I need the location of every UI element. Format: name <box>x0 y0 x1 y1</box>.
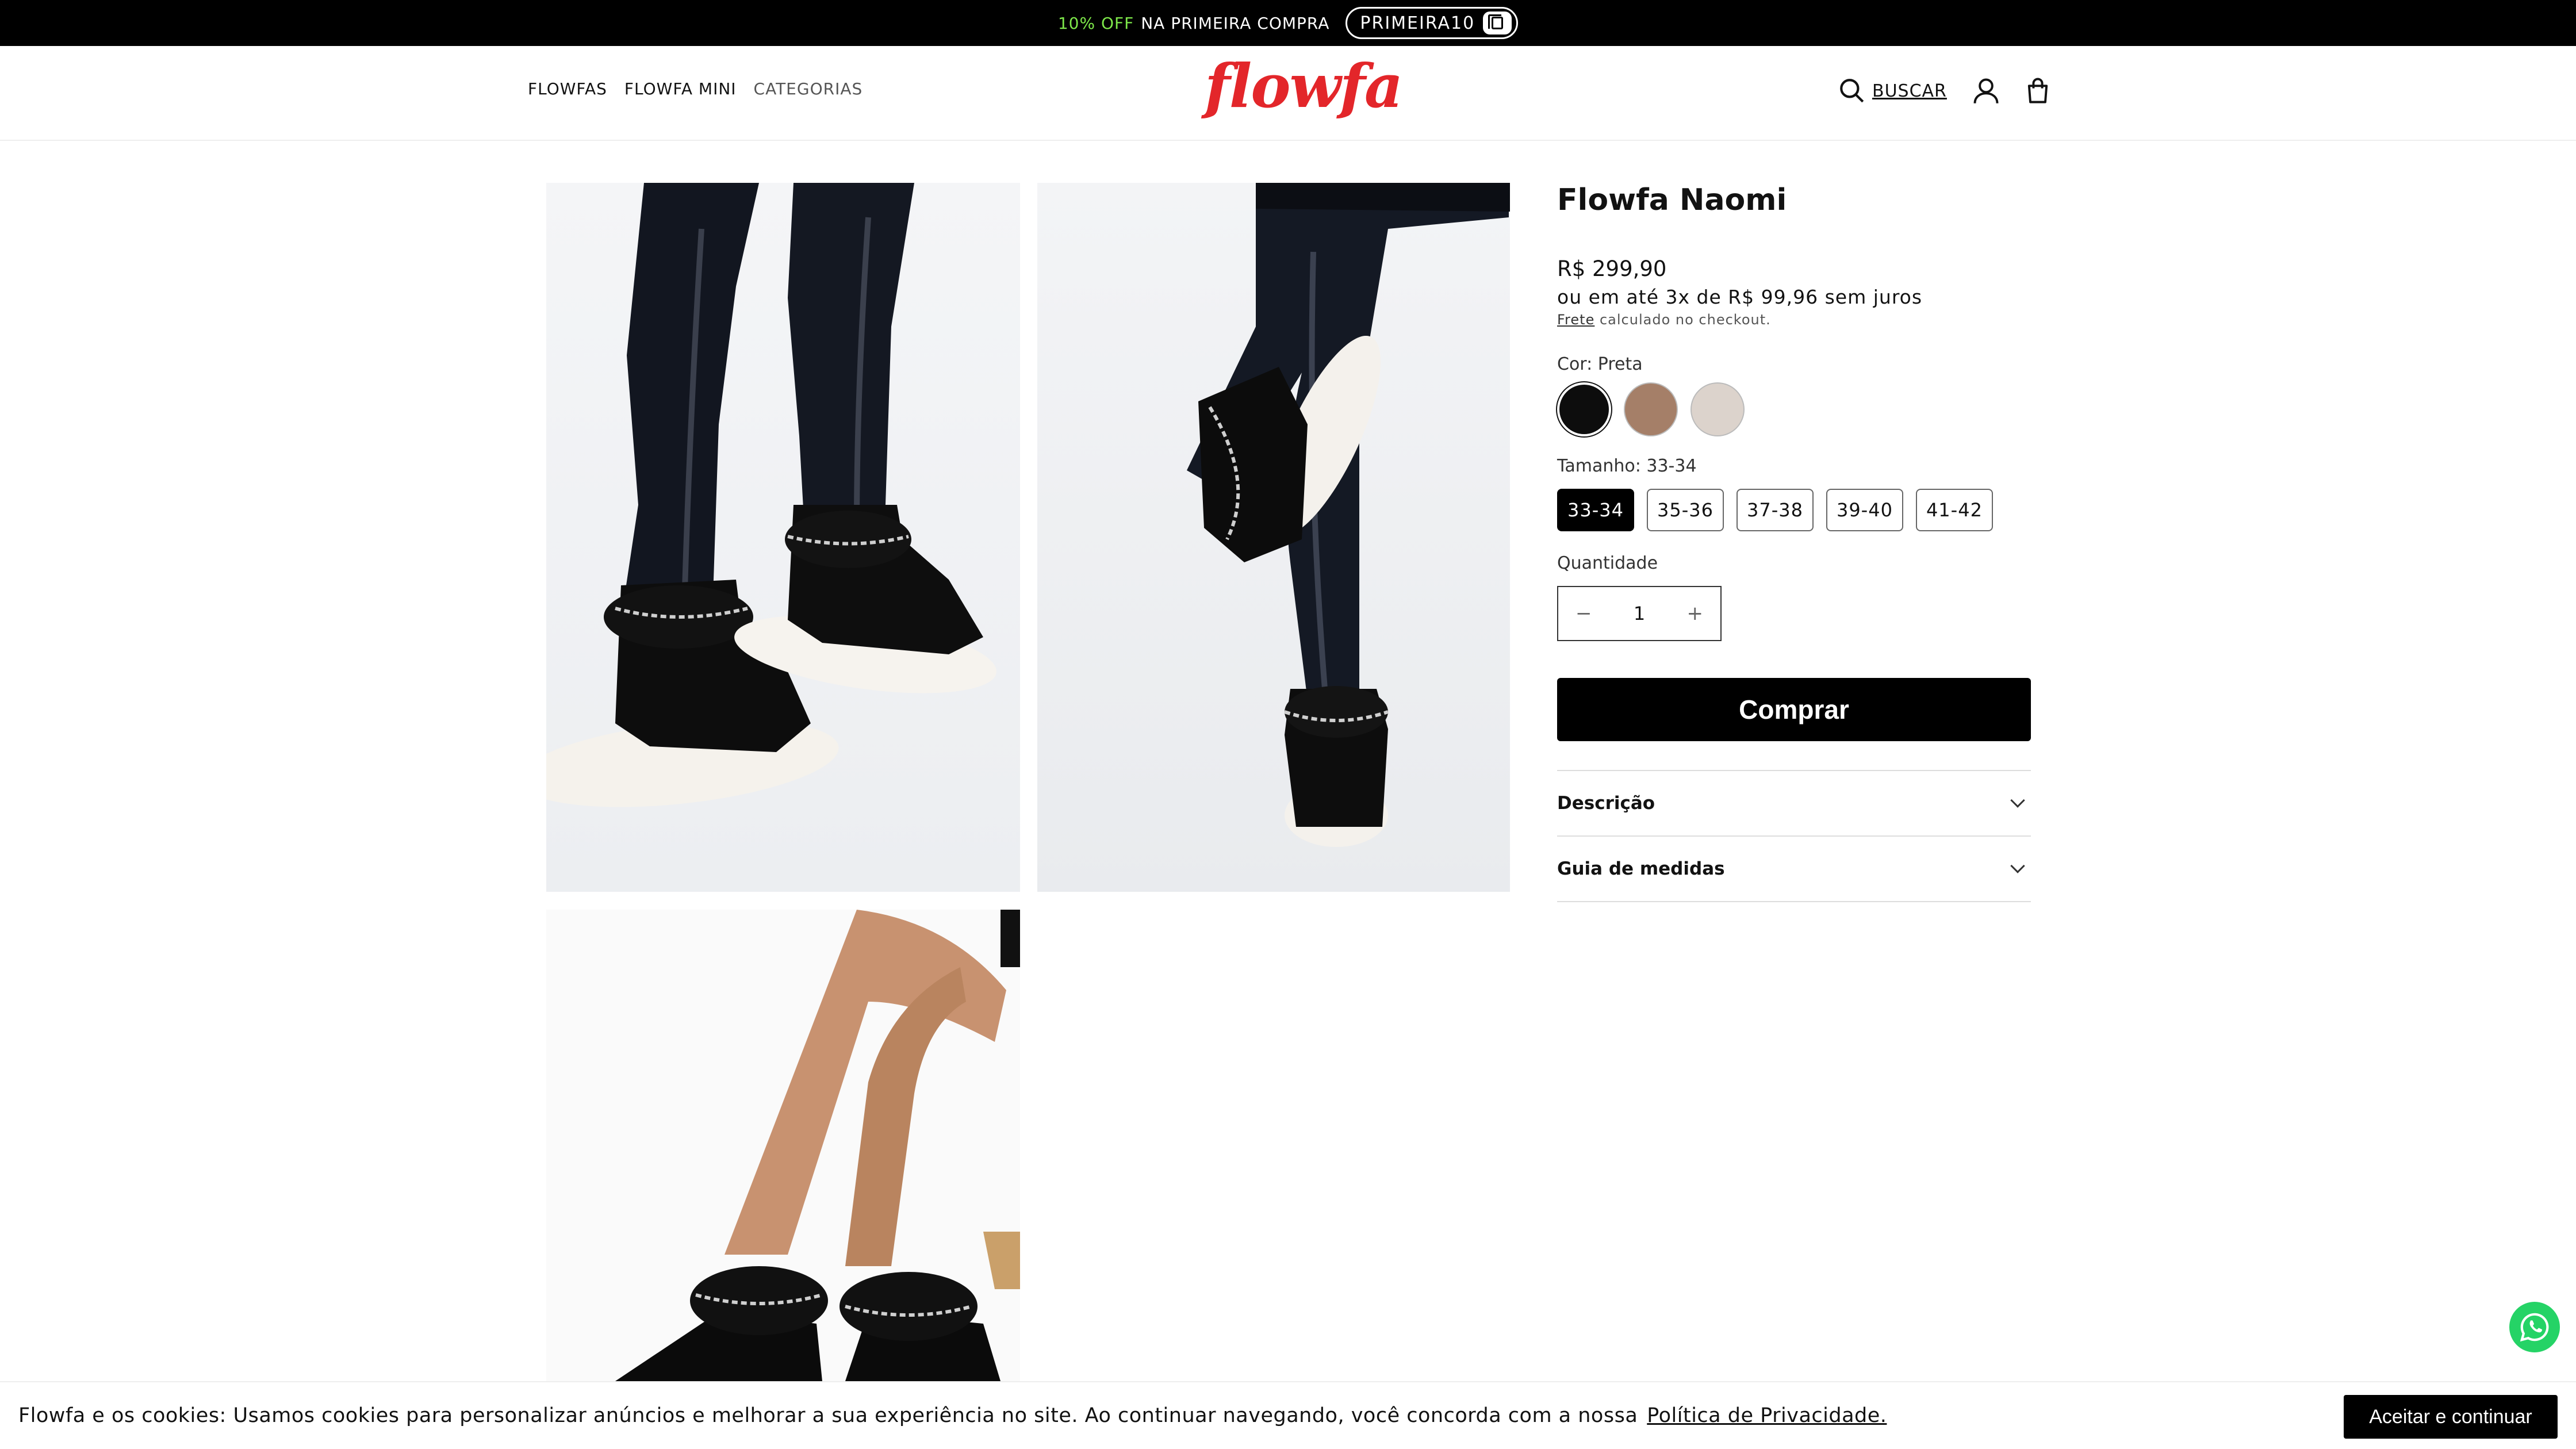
header-actions: BUSCAR <box>1838 72 2056 109</box>
main-nav: FLOWFAS FLOWFA MINI CATEGORIAS <box>528 79 862 98</box>
copy-icon[interactable] <box>1483 12 1512 34</box>
search-label: BUSCAR <box>1872 80 1947 101</box>
accordion-descricao-label: Descrição <box>1557 793 1655 814</box>
cookie-banner: Flowfa e os cookies: Usamos cookies para… <box>0 1381 2576 1449</box>
nav-item-categorias[interactable]: CATEGORIAS <box>754 79 863 98</box>
size-option-41-42[interactable]: 41-42 <box>1915 489 1993 531</box>
product-accordion: Descrição Guia de medidas <box>1557 770 2031 902</box>
quantity-label: Quantidade <box>1557 553 1658 573</box>
site-header: FLOWFAS FLOWFA MINI CATEGORIAS flowfa BU… <box>0 46 2576 141</box>
color-label: Cor: Preta <box>1557 354 1643 374</box>
accordion-descricao[interactable]: Descrição <box>1557 771 2031 837</box>
cookie-text: Flowfa e os cookies: Usamos cookies para… <box>18 1404 1638 1427</box>
accept-cookies-button[interactable]: Aceitar e continuar <box>2344 1395 2558 1439</box>
product-image-2[interactable] <box>1037 183 1510 892</box>
site-logo[interactable]: flowfa <box>1205 56 1403 116</box>
announcement-bar: 10% OFF NA PRIMEIRA COMPRA PRIMEIRA10 <box>0 0 2576 46</box>
chevron-down-icon <box>2010 858 2025 873</box>
coupon-code: PRIMEIRA10 <box>1360 13 1475 33</box>
cart-icon <box>2027 78 2048 103</box>
quantity-stepper: − 1 + <box>1557 586 1722 641</box>
product-photo-front <box>546 183 996 807</box>
product-info: Flowfa Naomi R$ 299,90 ou em até 3x de R… <box>1557 183 2031 902</box>
color-swatches <box>1557 382 2031 436</box>
size-label: Tamanho: 33-34 <box>1557 456 1697 476</box>
product-photo-seated <box>615 910 1020 1381</box>
quantity-input[interactable]: 1 <box>1634 603 1645 624</box>
size-options: 33-34 35-36 37-38 39-40 41-42 <box>1557 489 2031 531</box>
accordion-guia-label: Guia de medidas <box>1557 858 1725 879</box>
nav-item-flowfa-mini[interactable]: FLOWFA MINI <box>624 79 737 98</box>
nav-item-flowfas[interactable]: FLOWFAS <box>528 79 607 98</box>
quantity-decrease-button[interactable]: − <box>1575 602 1592 625</box>
installments-text: ou em até 3x de R$ 99,96 sem juros <box>1557 286 1923 308</box>
cart-button[interactable] <box>2019 72 2056 109</box>
announcement-text: NA PRIMEIRA COMPRA <box>1141 13 1330 33</box>
account-icon <box>1973 78 1999 103</box>
account-button[interactable] <box>1968 72 2004 109</box>
announcement-highlight: 10% OFF <box>1057 13 1134 33</box>
whatsapp-button[interactable] <box>2509 1302 2560 1352</box>
swatch-caramelo[interactable] <box>1624 382 1678 436</box>
product-image-3[interactable] <box>546 910 1020 1381</box>
whatsapp-icon <box>2520 1313 2549 1342</box>
product-title: Flowfa Naomi <box>1557 183 1787 217</box>
swatch-bege[interactable] <box>1690 382 1745 436</box>
size-option-35-36[interactable]: 35-36 <box>1646 489 1724 531</box>
chevron-down-icon <box>2010 793 2025 808</box>
size-option-37-38[interactable]: 37-38 <box>1736 489 1814 531</box>
size-option-33-34[interactable]: 33-34 <box>1557 489 1634 531</box>
search-button[interactable]: BUSCAR <box>1838 76 1947 105</box>
buy-button[interactable]: Comprar <box>1557 678 2031 741</box>
coupon-code-button[interactable]: PRIMEIRA10 <box>1346 7 1519 39</box>
shipping-note: Frete calculado no checkout. <box>1557 312 2031 328</box>
privacy-policy-link[interactable]: Política de Privacidade. <box>1647 1404 1887 1427</box>
quantity-increase-button[interactable]: + <box>1686 602 1703 625</box>
product-image-1[interactable] <box>546 183 1020 892</box>
accordion-guia-de-medidas[interactable]: Guia de medidas <box>1557 837 2031 902</box>
product-photo-side <box>1187 183 1510 847</box>
product-price: R$ 299,90 <box>1557 256 1667 281</box>
swatch-preta[interactable] <box>1557 382 1611 436</box>
shipping-link[interactable]: Frete <box>1557 312 1594 328</box>
size-option-39-40[interactable]: 39-40 <box>1826 489 1903 531</box>
shipping-text: calculado no checkout. <box>1599 312 1771 328</box>
search-icon <box>1840 79 1864 103</box>
